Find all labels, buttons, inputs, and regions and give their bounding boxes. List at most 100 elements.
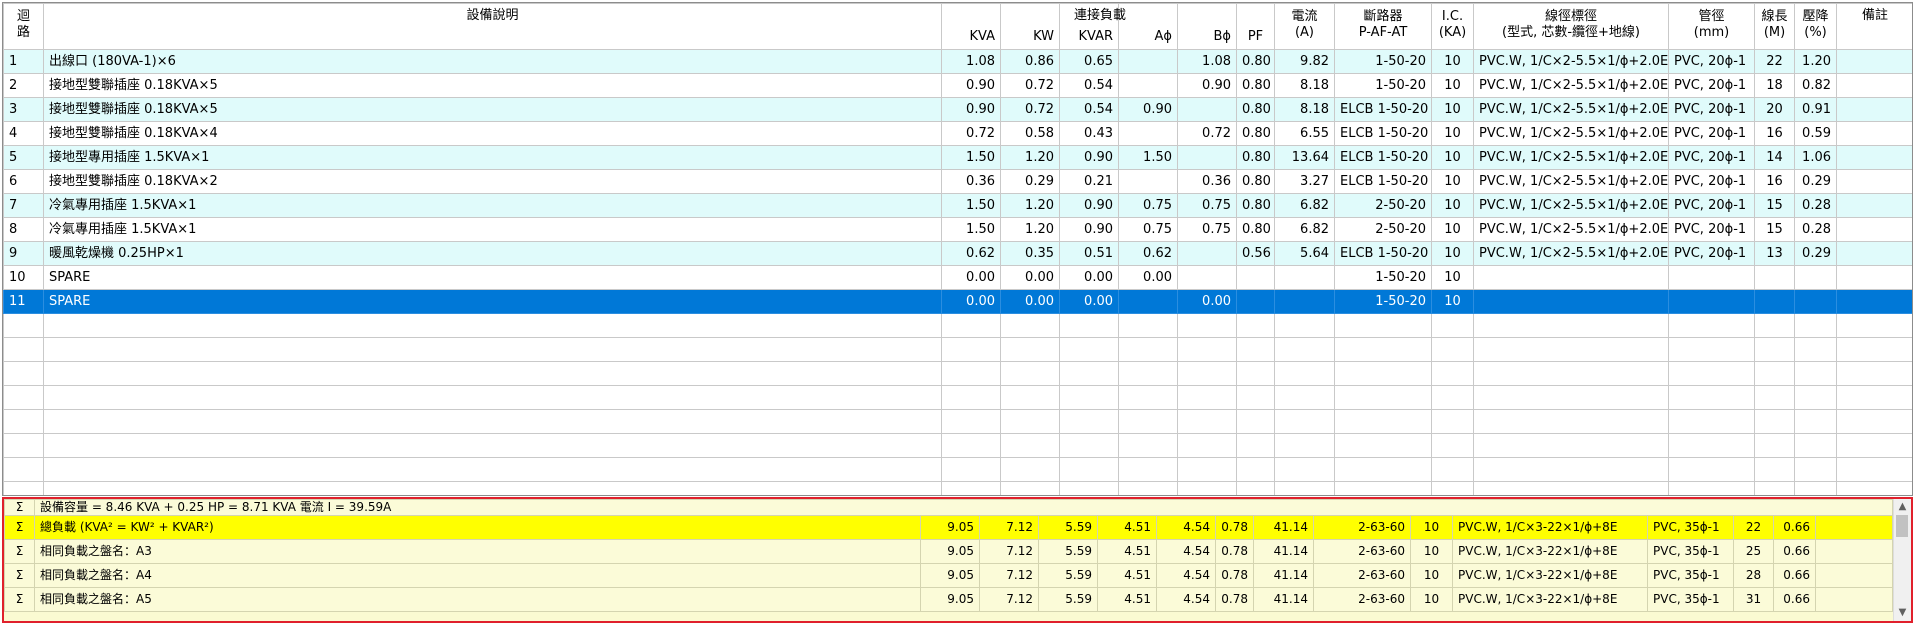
cell-length[interactable]: 14: [1754, 145, 1795, 170]
empty-cell[interactable]: [3, 313, 44, 338]
empty-cell[interactable]: [1836, 409, 1912, 434]
empty-cell[interactable]: [1431, 313, 1474, 338]
empty-cell[interactable]: [3, 385, 44, 410]
empty-cell[interactable]: [3, 457, 44, 482]
cell-ic[interactable]: 10: [1431, 289, 1474, 314]
empty-cell[interactable]: [1473, 409, 1669, 434]
empty-cell[interactable]: [1754, 433, 1795, 458]
cell-kva[interactable]: 0.00: [941, 289, 1001, 314]
empty-cell[interactable]: [1059, 337, 1119, 362]
empty-row[interactable]: [3, 313, 1912, 338]
cell-description[interactable]: 接地型專用插座 1.5KVA×1: [43, 145, 942, 170]
cell-wire[interactable]: PVC.W, 1/C×2-5.5×1/ϕ+2.0E: [1473, 73, 1669, 98]
empty-cell[interactable]: [1274, 361, 1335, 386]
cell-b-phase[interactable]: 0.36: [1177, 169, 1237, 194]
table-row[interactable]: 3 接地型雙聯插座 0.18KVA×5 0.90 0.72 0.54 0.90 0.80 8.…: [3, 97, 1912, 122]
col-header-circuit[interactable]: 迴路: [3, 3, 44, 50]
empty-cell[interactable]: [1473, 361, 1669, 386]
cell-kvar[interactable]: 0.43: [1059, 121, 1119, 146]
empty-cell[interactable]: [1118, 385, 1178, 410]
cell-a-phase[interactable]: 1.50: [1118, 145, 1178, 170]
cell-a-phase[interactable]: [1118, 169, 1178, 194]
empty-cell[interactable]: [1059, 313, 1119, 338]
cell-kw[interactable]: 0.86: [1000, 49, 1060, 74]
empty-cell[interactable]: [1794, 409, 1837, 434]
cell-a-phase[interactable]: 0.00: [1118, 265, 1178, 290]
cell-kvar[interactable]: 0.54: [1059, 73, 1119, 98]
cell-a-phase[interactable]: 0.90: [1118, 97, 1178, 122]
cell-pf[interactable]: [1236, 289, 1275, 314]
summary-row[interactable]: Σ 相同負載之盤名：A3 9.05 7.12 5.59 4.51 4.54 0.78 41.14…: [4, 539, 1894, 564]
cell-breaker[interactable]: 1-50-20: [1334, 49, 1432, 74]
cell-voltage-drop[interactable]: 0.91: [1794, 97, 1837, 122]
cell-kva[interactable]: 0.90: [941, 97, 1001, 122]
empty-cell[interactable]: [1836, 313, 1912, 338]
cell-wire[interactable]: PVC.W, 1/C×2-5.5×1/ϕ+2.0E: [1473, 121, 1669, 146]
cell-remark[interactable]: [1836, 241, 1912, 266]
cell-conduit[interactable]: [1668, 265, 1755, 290]
cell-description[interactable]: 接地型雙聯插座 0.18KVA×4: [43, 121, 942, 146]
cell-ic[interactable]: 10: [1431, 145, 1474, 170]
empty-cell[interactable]: [1334, 409, 1432, 434]
cell-remark[interactable]: [1836, 169, 1912, 194]
col-header-voltage-drop[interactable]: 壓降 (%): [1794, 3, 1837, 50]
cell-a-phase[interactable]: [1118, 49, 1178, 74]
summary-row[interactable]: Σ 總負載 (KVA² = KW² + KVAR²) 9.05 7.12 5.59 4.5…: [4, 515, 1894, 540]
empty-cell[interactable]: [1431, 361, 1474, 386]
empty-cell[interactable]: [1177, 313, 1237, 338]
cell-remark[interactable]: [1836, 145, 1912, 170]
empty-cell[interactable]: [1236, 313, 1275, 338]
table-row[interactable]: 4 接地型雙聯插座 0.18KVA×4 0.72 0.58 0.43 0.72 0.80 6.…: [3, 121, 1912, 146]
cell-wire[interactable]: PVC.W, 1/C×2-5.5×1/ϕ+2.0E: [1473, 49, 1669, 74]
empty-cell[interactable]: [1236, 385, 1275, 410]
cell-length[interactable]: 15: [1754, 193, 1795, 218]
cell-pf[interactable]: 0.56: [1236, 241, 1275, 266]
cell-length[interactable]: 16: [1754, 169, 1795, 194]
empty-cell[interactable]: [1000, 409, 1060, 434]
col-header-conduit[interactable]: 管徑 (mm): [1668, 3, 1755, 50]
cell-description[interactable]: 接地型雙聯插座 0.18KVA×5: [43, 73, 942, 98]
empty-cell[interactable]: [1274, 313, 1335, 338]
chevron-up-icon[interactable]: ▲: [1894, 499, 1911, 515]
col-header-current[interactable]: 電流 (A): [1274, 3, 1335, 50]
cell-current[interactable]: 9.82: [1274, 49, 1335, 74]
cell-current[interactable]: 8.18: [1274, 97, 1335, 122]
summary-row[interactable]: Σ 相同負載之盤名：A5 9.05 7.12 5.59 4.51 4.54 0.78 41.14…: [4, 587, 1894, 612]
empty-cell[interactable]: [941, 457, 1001, 482]
empty-cell[interactable]: [43, 481, 942, 495]
cell-b-phase[interactable]: 0.75: [1177, 217, 1237, 242]
cell-b-phase[interactable]: 0.72: [1177, 121, 1237, 146]
empty-cell[interactable]: [1274, 409, 1335, 434]
cell-circuit-no[interactable]: 8: [3, 217, 44, 242]
cell-kva[interactable]: 0.90: [941, 73, 1001, 98]
cell-ic[interactable]: 10: [1431, 121, 1474, 146]
cell-breaker[interactable]: 2-50-20: [1334, 193, 1432, 218]
empty-cell[interactable]: [1177, 409, 1237, 434]
empty-cell[interactable]: [3, 337, 44, 362]
capacity-row[interactable]: Σ 設備容量 = 8.46 KVA + 0.25 HP = 8.71 KVA 電…: [4, 499, 1894, 516]
empty-cell[interactable]: [1118, 337, 1178, 362]
empty-cell[interactable]: [1668, 457, 1755, 482]
cell-voltage-drop[interactable]: 0.28: [1794, 193, 1837, 218]
cell-kvar[interactable]: 0.90: [1059, 217, 1119, 242]
cell-breaker[interactable]: ELCB 1-50-20: [1334, 241, 1432, 266]
cell-kw[interactable]: 0.00: [1000, 289, 1060, 314]
cell-a-phase[interactable]: [1118, 121, 1178, 146]
empty-cell[interactable]: [1431, 337, 1474, 362]
empty-cell[interactable]: [1334, 481, 1432, 495]
cell-b-phase[interactable]: 0.00: [1177, 289, 1237, 314]
summary-row[interactable]: Σ 相同負載之盤名：A4 9.05 7.12 5.59 4.51 4.54 0.78 41.14…: [4, 563, 1894, 588]
empty-cell[interactable]: [43, 361, 942, 386]
empty-cell[interactable]: [3, 481, 44, 495]
cell-kw[interactable]: 1.20: [1000, 217, 1060, 242]
empty-cell[interactable]: [1059, 409, 1119, 434]
empty-cell[interactable]: [1754, 361, 1795, 386]
empty-cell[interactable]: [1000, 337, 1060, 362]
cell-breaker[interactable]: 1-50-20: [1334, 73, 1432, 98]
cell-conduit[interactable]: PVC, 20ϕ-1: [1668, 121, 1755, 146]
empty-cell[interactable]: [1177, 433, 1237, 458]
empty-cell[interactable]: [1334, 313, 1432, 338]
cell-length[interactable]: [1754, 265, 1795, 290]
cell-description[interactable]: 冷氣專用插座 1.5KVA×1: [43, 193, 942, 218]
cell-description[interactable]: 冷氣專用插座 1.5KVA×1: [43, 217, 942, 242]
